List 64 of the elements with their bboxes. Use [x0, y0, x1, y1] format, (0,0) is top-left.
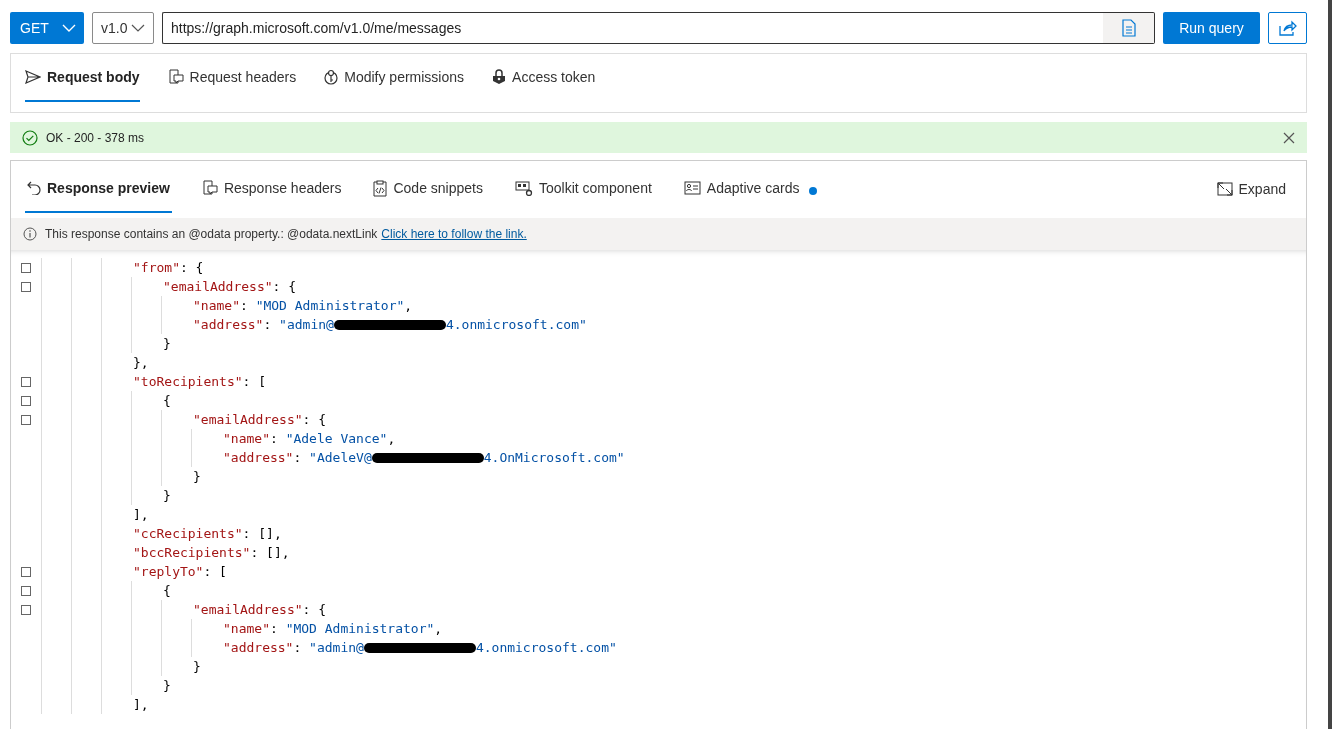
code-line: "bccRecipients": [], — [132, 544, 290, 562]
fold-toggle[interactable] — [21, 585, 31, 596]
code-line: "address": "AdeleV@ 4.OnMicrosoft.com" — [222, 449, 625, 467]
request-tab[interactable]: Request body — [25, 54, 140, 102]
fold-toggle[interactable] — [21, 262, 31, 273]
version-dropdown[interactable]: v1.0 — [92, 12, 154, 44]
fold-toggle[interactable] — [21, 604, 31, 615]
code-line: "ccRecipients": [], — [132, 525, 282, 543]
fold-toggle[interactable] — [21, 376, 31, 387]
code-line: "replyTo": [ — [132, 563, 227, 581]
request-tab[interactable]: Access token — [492, 54, 596, 102]
request-tab[interactable]: Modify permissions — [324, 54, 465, 102]
code-line: { — [162, 582, 171, 600]
method-dropdown[interactable]: GET — [10, 12, 84, 44]
code-line: ], — [132, 506, 149, 524]
code-line: } — [162, 487, 171, 505]
fold-toggle[interactable] — [21, 414, 31, 425]
response-tab[interactable]: Toolkit component — [513, 165, 654, 213]
lock-icon — [492, 69, 507, 85]
response-tab[interactable]: Response preview — [25, 165, 172, 213]
code-line: "address": "admin@ 4.onmicrosoft.com" — [192, 316, 587, 334]
code-line: "emailAddress": { — [162, 278, 297, 296]
code-line: }, — [132, 354, 149, 372]
code-line: { — [162, 392, 171, 410]
code-line: } — [192, 658, 201, 676]
code-line: } — [192, 468, 201, 486]
share-button[interactable] — [1268, 12, 1307, 44]
share-icon — [1278, 20, 1297, 36]
undo-arrow-icon — [27, 181, 41, 195]
code-line: "from": { — [132, 259, 204, 277]
code-line: "name": "Adele Vance", — [222, 430, 396, 448]
fold-toggle[interactable] — [21, 566, 31, 577]
status-text: OK - 200 - 378 ms — [46, 130, 146, 145]
code-line: "name": "MOD Administrator", — [222, 620, 443, 638]
chevron-down-icon — [62, 24, 76, 32]
code-line: "address": "admin@ 4.onmicrosoft.com" — [222, 639, 617, 657]
response-tab[interactable]: Code snippets — [371, 165, 485, 213]
fold-toggle[interactable] — [21, 281, 31, 292]
contact-card-icon — [683, 181, 701, 195]
document-chat-icon — [201, 180, 218, 196]
notice-text: This response contains an @odata property.: @odata.nextLink — [45, 227, 378, 241]
document-chat-icon — [167, 69, 184, 85]
follow-link[interactable]: Click here to follow the link. — [381, 227, 527, 241]
response-tab[interactable]: Response headers — [199, 165, 344, 213]
clipboard-code-icon — [373, 179, 388, 197]
request-tab[interactable]: Request headers — [167, 54, 297, 102]
code-line: "toRecipients": [ — [132, 373, 267, 391]
info-icon — [23, 227, 37, 241]
close-icon[interactable] — [1283, 131, 1295, 144]
send-icon — [25, 70, 41, 84]
check-circle-icon — [22, 129, 38, 146]
code-line: } — [162, 335, 171, 353]
chevron-down-icon — [131, 24, 145, 32]
expand-button[interactable]: Expand — [1210, 165, 1292, 213]
fold-toggle[interactable] — [21, 395, 31, 406]
code-line: ], — [132, 696, 149, 714]
run-query-button[interactable]: Run query — [1163, 12, 1260, 44]
expand-icon — [1216, 182, 1233, 196]
code-line: } — [162, 677, 171, 695]
component-icon — [515, 180, 533, 196]
response-tab[interactable]: Adaptive cards — [681, 165, 820, 213]
code-line: "emailAddress": { — [192, 411, 327, 429]
code-line: "name": "MOD Administrator", — [192, 297, 413, 315]
code-line: "emailAddress": { — [192, 601, 327, 619]
